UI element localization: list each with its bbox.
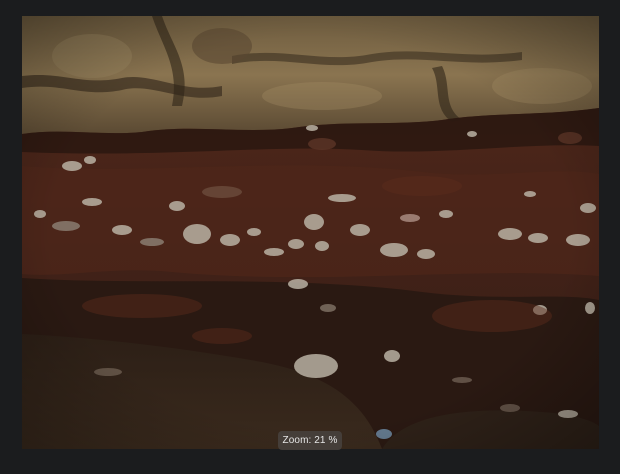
image-canvas[interactable] xyxy=(22,16,599,449)
zoom-indicator: Zoom: 21 % xyxy=(278,431,342,450)
photo-image xyxy=(22,16,599,449)
image-viewer: Zoom: 21 % xyxy=(0,0,620,474)
